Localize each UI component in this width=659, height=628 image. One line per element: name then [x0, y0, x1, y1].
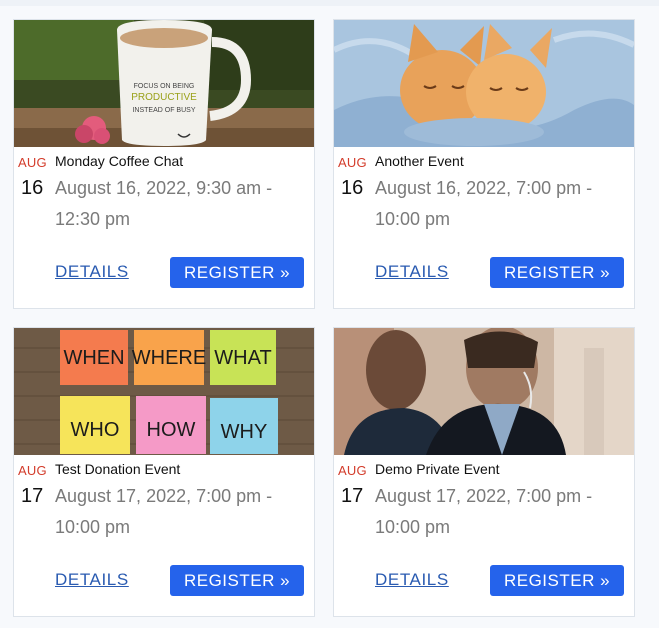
- event-time-end: 10:00 pm: [375, 209, 451, 229]
- event-month: AUG: [338, 463, 367, 478]
- note-text-when: WHEN: [63, 347, 124, 369]
- mug-text-line2: PRODUCTIVE: [131, 92, 197, 103]
- event-time-start: August 17, 2022, 7:00 pm -: [55, 486, 273, 506]
- event-time-end: 12:30 pm: [55, 209, 131, 229]
- register-button[interactable]: REGISTER »: [170, 565, 304, 596]
- event-day: 17: [341, 485, 364, 507]
- event-time-start: August 16, 2022, 7:00 pm -: [375, 178, 593, 198]
- event-card: WHEN WHERE WHAT WHO HOW WHY AUG Test Don…: [13, 327, 315, 617]
- details-link[interactable]: DETAILS: [55, 570, 129, 590]
- note-text-where: WHERE: [132, 347, 206, 369]
- note-text-how: HOW: [147, 419, 196, 441]
- details-link[interactable]: DETAILS: [375, 570, 449, 590]
- event-time: August 16, 2022, 9:30 am - 12:30 pm: [55, 173, 307, 235]
- event-title: Monday Coffee Chat: [55, 153, 184, 169]
- register-button[interactable]: REGISTER »: [490, 257, 624, 288]
- event-day: 17: [21, 485, 44, 507]
- details-link[interactable]: DETAILS: [375, 262, 449, 282]
- page-top-strip: [0, 0, 659, 6]
- event-time: August 17, 2022, 7:00 pm - 10:00 pm: [375, 481, 627, 543]
- event-title: Demo Private Event: [375, 461, 500, 477]
- event-time-start: August 16, 2022, 9:30 am -: [55, 178, 273, 198]
- event-time: August 17, 2022, 7:00 pm - 10:00 pm: [55, 481, 307, 543]
- coffee-mug-image[interactable]: FOCUS ON BEING PRODUCTIVE INSTEAD OF BUS…: [14, 20, 314, 147]
- event-time-end: 10:00 pm: [55, 517, 131, 537]
- kittens-image[interactable]: [334, 20, 634, 147]
- mug-text-line3: INSTEAD OF BUSY: [132, 107, 195, 114]
- event-card: FOCUS ON BEING PRODUCTIVE INSTEAD OF BUS…: [13, 19, 315, 309]
- event-month: AUG: [18, 155, 47, 170]
- event-title: Test Donation Event: [55, 461, 181, 477]
- event-time-start: August 17, 2022, 7:00 pm -: [375, 486, 593, 506]
- event-month: AUG: [338, 155, 367, 170]
- event-card: AUG Another Event 16 August 16, 2022, 7:…: [333, 19, 635, 309]
- mug-text-line1: FOCUS ON BEING: [134, 83, 195, 90]
- sticky-notes-image[interactable]: WHEN WHERE WHAT WHO HOW WHY: [14, 328, 314, 455]
- note-text-who: WHO: [71, 419, 120, 441]
- register-button[interactable]: REGISTER »: [170, 257, 304, 288]
- details-link[interactable]: DETAILS: [55, 262, 129, 282]
- register-button[interactable]: REGISTER »: [490, 565, 624, 596]
- event-title: Another Event: [375, 153, 464, 169]
- event-card: AUG Demo Private Event 17 August 17, 202…: [333, 327, 635, 617]
- event-month: AUG: [18, 463, 47, 478]
- security-guards-image[interactable]: [334, 328, 634, 455]
- event-day: 16: [341, 177, 364, 199]
- note-text-why: WHY: [221, 421, 268, 443]
- event-day: 16: [21, 177, 44, 199]
- event-time: August 16, 2022, 7:00 pm - 10:00 pm: [375, 173, 627, 235]
- note-text-what: WHAT: [214, 347, 271, 369]
- event-time-end: 10:00 pm: [375, 517, 451, 537]
